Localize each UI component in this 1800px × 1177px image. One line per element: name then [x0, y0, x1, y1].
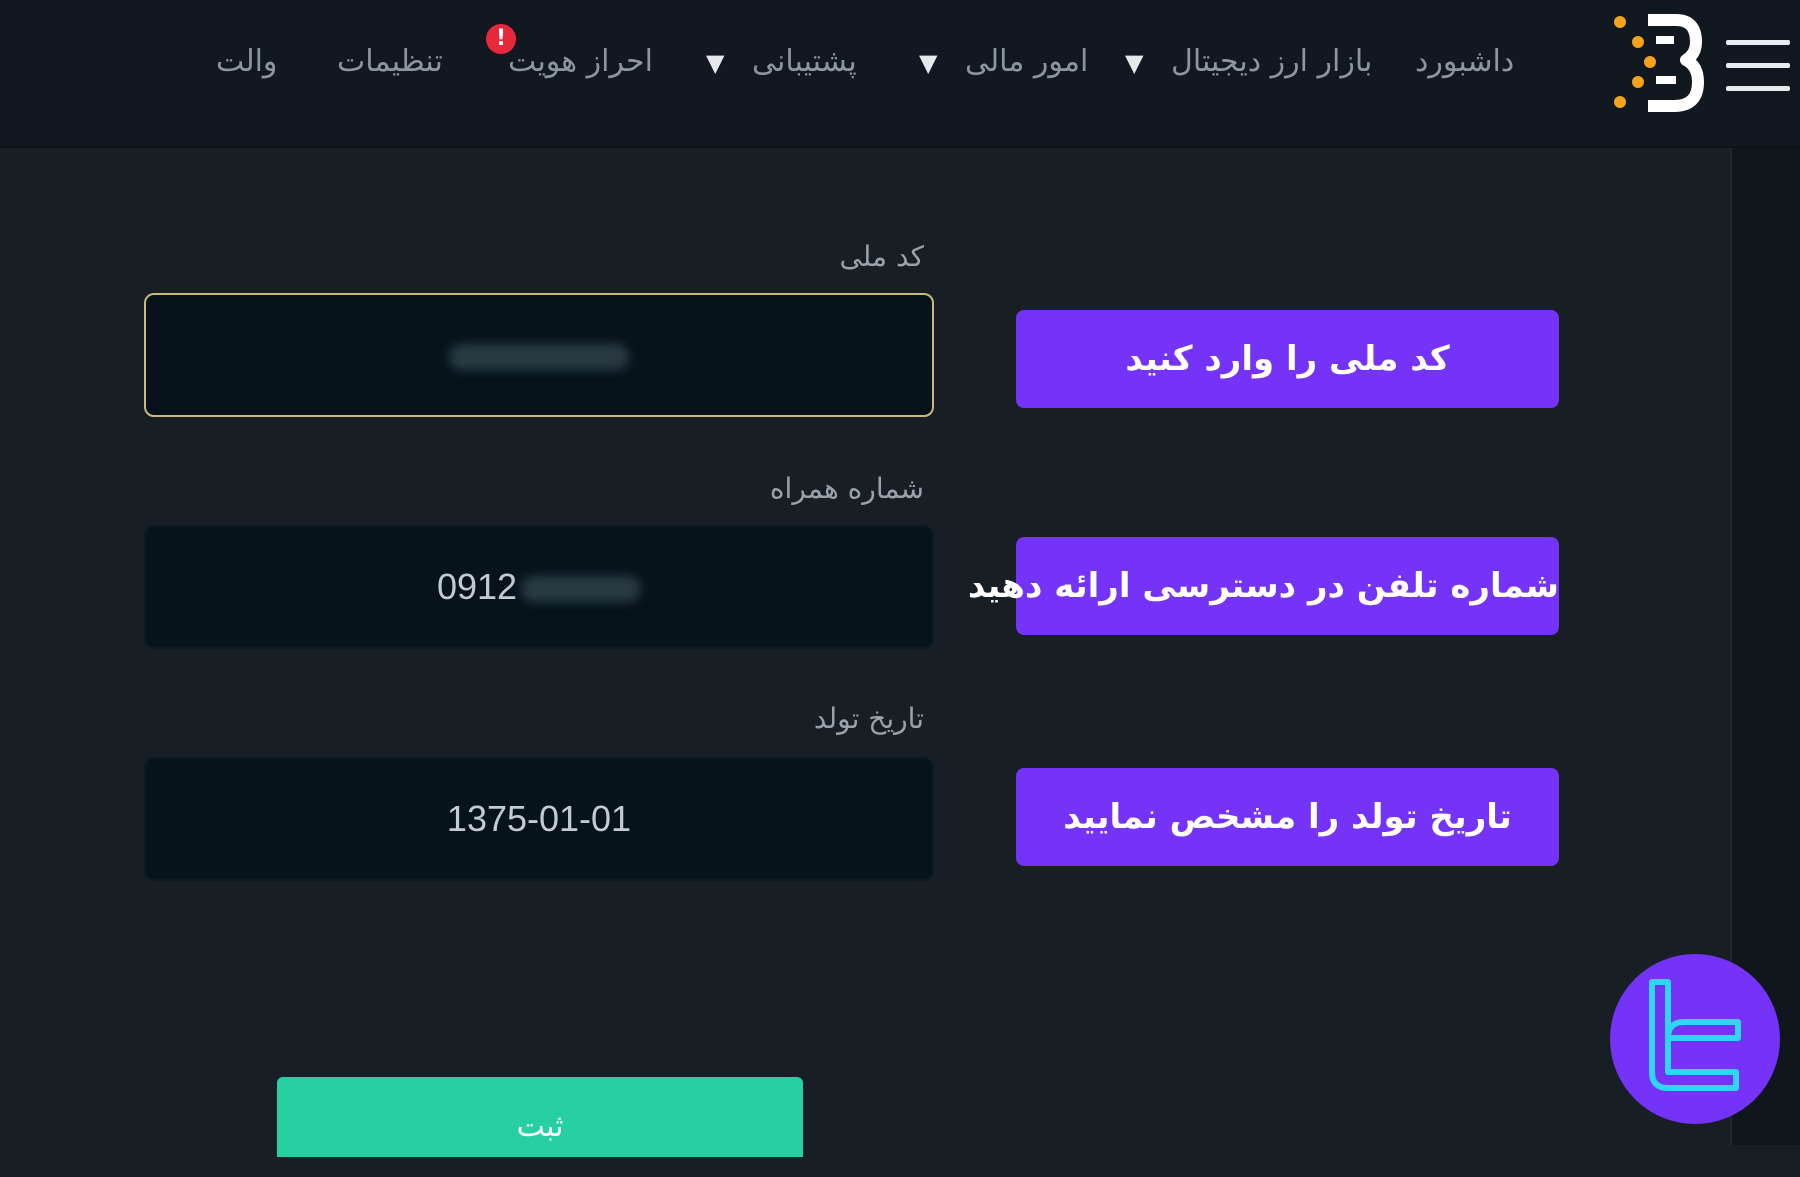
nav-identity-verification-label: احراز هویت [508, 44, 653, 79]
redacted-value [449, 344, 629, 371]
nav-support[interactable]: پشتیبانی ▼ [706, 34, 857, 90]
birth-date-input[interactable]: 1375-01-01 [144, 757, 934, 881]
nav-crypto-market[interactable]: بازار ارز دیجیتال ▼ [1125, 34, 1372, 90]
national-code-label: کد ملی [839, 240, 924, 273]
birth-date-label: تاریخ تولد [813, 702, 924, 735]
nav-crypto-market-label: بازار ارز دیجیتال [1171, 44, 1373, 79]
hint-birth-date: تاریخ تولد را مشخص نمایید [1016, 768, 1559, 866]
nav-dashboard-label: داشبورد [1415, 44, 1515, 79]
nav-wallet[interactable]: والت [216, 34, 277, 90]
nav-support-label: پشتیبانی [752, 44, 857, 79]
nav-finance[interactable]: امور مالی ▼ [919, 34, 1088, 90]
chevron-down-icon: ▼ [706, 49, 725, 77]
hamburger-menu-icon[interactable] [1726, 40, 1790, 92]
chevron-down-icon: ▼ [1125, 49, 1144, 77]
nav-dashboard[interactable]: داشبورد [1415, 34, 1514, 90]
nav-settings[interactable]: تنظیمات [337, 34, 443, 90]
alert-icon: ! [486, 24, 516, 54]
hint-national-code: کد ملی را وارد کنید [1016, 310, 1559, 408]
hint-mobile: شماره تلفن در دسترسی ارائه دهید [968, 537, 1559, 635]
mobile-input[interactable]: 0912 [144, 525, 934, 649]
nav-finance-label: امور مالی [965, 44, 1089, 79]
top-navigation-bar: داشبورد بازار ارز دیجیتال ▼ امور مالی ▼ … [0, 0, 1800, 148]
mobile-prefix: 0912 [436, 566, 518, 607]
mobile-label: شماره همراه [769, 472, 924, 505]
chevron-down-icon: ▼ [919, 49, 938, 77]
tc-logo-icon [1610, 954, 1780, 1124]
national-code-input[interactable] [144, 293, 934, 417]
redacted-value [521, 576, 642, 603]
nav-identity-verification[interactable]: احراز هویت [508, 34, 653, 90]
nav-settings-label: تنظیمات [337, 44, 443, 79]
b-logo-icon[interactable] [1612, 10, 1704, 114]
submit-button[interactable]: ثبت [277, 1077, 803, 1157]
nav-wallet-label: والت [216, 44, 278, 79]
